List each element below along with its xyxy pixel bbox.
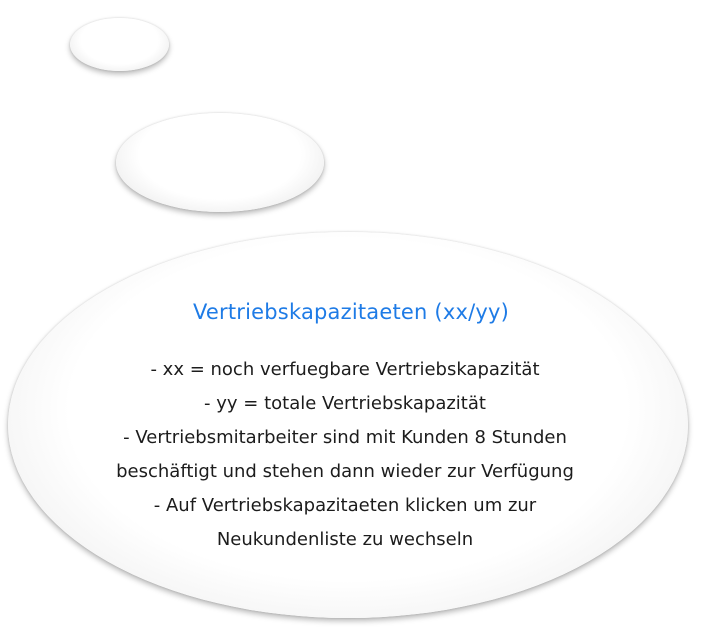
tooltip-body: - xx = noch verfuegbare Vertriebskapazit… [0, 353, 690, 557]
tooltip-line-xx: - xx = noch verfuegbare Vertriebskapazit… [150, 359, 540, 380]
tooltip-line-yy: - yy = totale Vertriebskapazität [204, 393, 486, 414]
tooltip-title: Vertriebskapazitaeten (xx/yy) [192, 300, 510, 324]
tooltip-line-click-cont: Neukundenliste zu wechseln [216, 529, 474, 550]
tooltip-line-busy: - Vertriebsmitarbeiter sind mit Kunden 8… [123, 427, 567, 448]
thought-bubble-small [70, 18, 169, 71]
thought-bubble-medium [116, 113, 324, 212]
tooltip-line-busy-cont: beschäftigt und stehen dann wieder zur V… [116, 461, 574, 482]
tooltip-line-click: - Auf Vertriebskapazitaeten klicken um z… [153, 495, 537, 516]
